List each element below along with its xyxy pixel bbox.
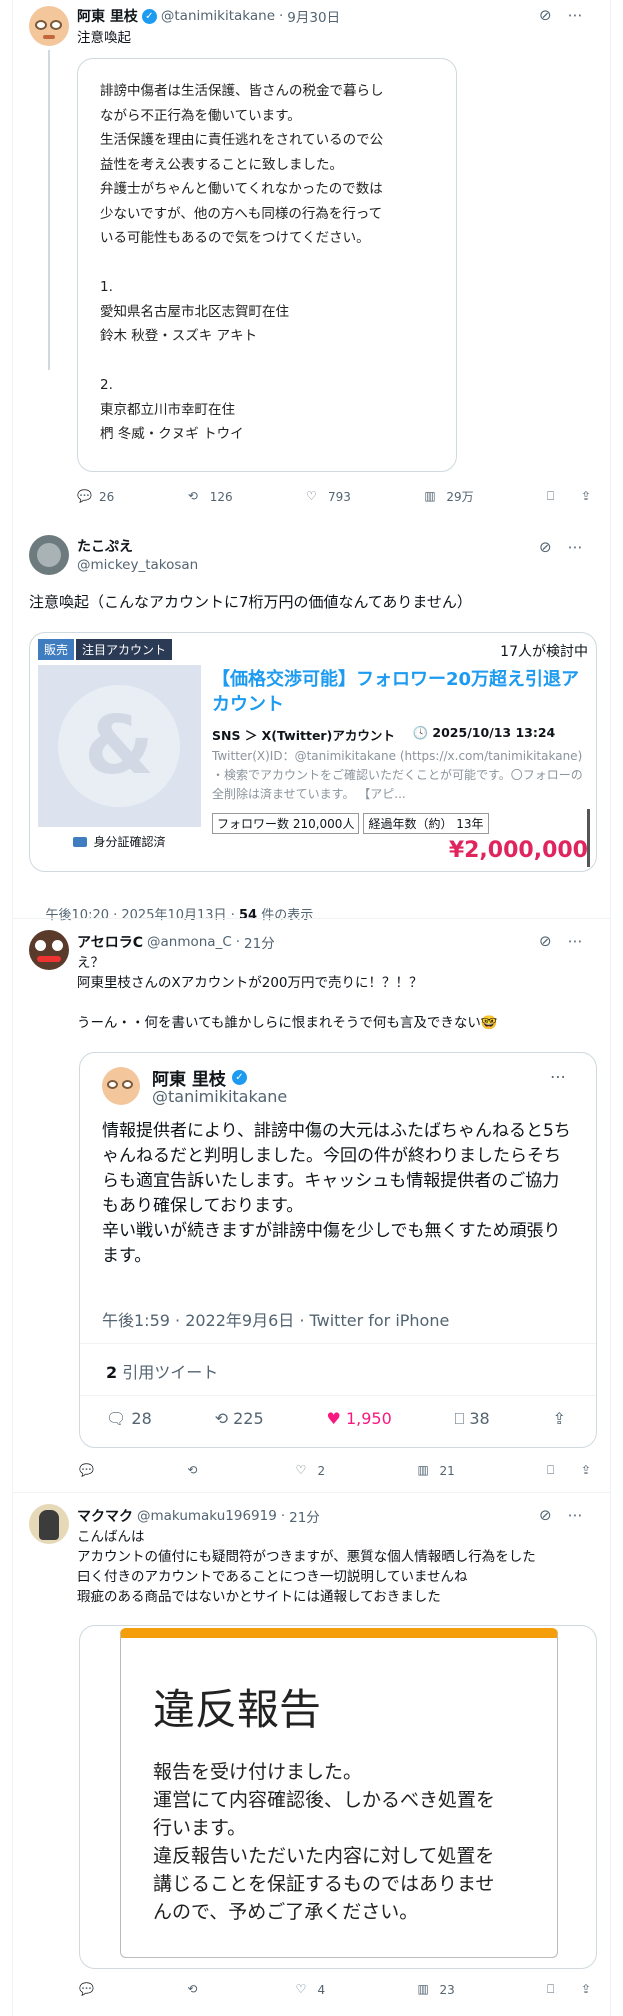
reply-icon: 💬 (77, 488, 92, 503)
handle[interactable]: @anmona_C (147, 934, 232, 950)
quote-count[interactable]: 2 引用ツイート (106, 1359, 218, 1383)
like-button[interactable]: ♡ 2 (296, 1463, 326, 1479)
avatar[interactable] (29, 930, 69, 970)
timestamp[interactable]: 21分 (289, 1506, 320, 1526)
retweet-icon: ⟲ (187, 488, 198, 503)
tweet-text: え？ 阿東里枝さんのXアカウントが200万円で売りに！？！？ うーん・・何を書い… (77, 955, 498, 1031)
share-icon[interactable]: ⇪ (581, 1463, 597, 1479)
watchers-count: 17人が検討中 (500, 644, 588, 660)
share-icon[interactable]: ⇪ (581, 1982, 597, 1998)
listing-date: 2025/10/13 13:24 (432, 725, 556, 740)
tweet-text: 注意喚起（こんなアカウントに7桁万円の価値なんてありません） (29, 593, 472, 611)
thread-line (48, 50, 50, 370)
avatar[interactable] (29, 6, 69, 46)
text-image-card[interactable]: 誹謗中傷者は生活保護、皆さんの税金で暮らし ながら不正行為を働いています。 生活… (77, 58, 457, 472)
retweet-button[interactable]: ⟲ (187, 1463, 203, 1479)
views-count: 54 (238, 908, 258, 923)
display-name[interactable]: たこぷえ (77, 536, 133, 556)
reply-icon: 💬 (79, 1982, 94, 1996)
report-screenshot: 違反報告 報告を受け付けました。 運営にて内容確認後、しかるべき処置を 行います… (120, 1628, 558, 1958)
divider (12, 1492, 611, 1493)
listing-image: & (38, 665, 201, 827)
display-name[interactable]: アセロラC (77, 932, 143, 952)
more-icon[interactable]: ⋯ (568, 6, 583, 24)
report-body: 報告を受け付けました。 運営にて内容確認後、しかるべき処置を 行います。 違反報… (153, 1761, 496, 1923)
placeholder-icon: & (58, 685, 180, 807)
tweet-text: 注意喚起 (77, 30, 131, 46)
years-badge: 経過年数（約） 13年 (363, 813, 489, 834)
retweet-icon: ⟲ (187, 1463, 198, 1477)
quoted-retweet: ⟲ 225 (214, 1409, 264, 1428)
reply-icon: 💬 (79, 1463, 94, 1477)
listing-description: Twitter(X)ID：@tanimikitakane (https://x.… (212, 749, 583, 801)
quoted-handle: @tanimikitakane (152, 1087, 288, 1106)
heart-filled-icon: ♥ (326, 1409, 341, 1428)
verified-icon: ✓ (141, 8, 157, 24)
grok-icon[interactable]: ⊘ (539, 538, 552, 556)
retweet-button[interactable]: ⟲ (187, 1982, 203, 1998)
timestamp[interactable]: 21分 (244, 932, 275, 952)
handle[interactable]: @mickey_takosan (77, 557, 198, 573)
quoted-meta: 午後1:59 · 2022年9月6日 · Twitter for iPhone (102, 1311, 450, 1330)
like-button[interactable]: ♡ 4 (296, 1982, 326, 1998)
sale-tag: 販売 (38, 639, 75, 660)
share-icon: ⇪ (552, 1409, 566, 1428)
grok-icon[interactable]: ⊘ (539, 1506, 552, 1524)
heart-icon: ♡ (306, 488, 317, 503)
listing-card[interactable]: 販売 注目アカウント 17人が検討中 & 身分証確認済 【価格交渉可能】フォロワ… (29, 632, 597, 872)
grok-icon[interactable]: ⊘ (539, 932, 552, 950)
listing-category[interactable]: SNS ＞ X(Twitter)アカウント (212, 725, 395, 744)
handle[interactable]: @makumaku196919 (137, 1508, 277, 1524)
retweet-icon: ⟲ (187, 1982, 198, 1996)
reply-button[interactable]: 💬 26 (77, 489, 114, 505)
verified-icon: ✓ (231, 1070, 247, 1085)
listing-price: ¥2,000,000 (448, 838, 588, 863)
followers-badge: フォロワー数 210,000人 (212, 813, 360, 834)
more-icon[interactable]: ⋯ (568, 932, 583, 950)
heart-icon: ♡ (295, 1463, 307, 1477)
bookmark-icon[interactable]: ⎕ (547, 489, 563, 505)
quoted-bookmark: ⎕ 38 (454, 1409, 490, 1428)
quoted-like: ♥ 1,950 (326, 1409, 392, 1428)
featured-tag: 注目アカウント (76, 639, 173, 660)
avatar[interactable] (29, 535, 69, 575)
views-button[interactable]: ▥ 21 (417, 1463, 454, 1479)
image-card[interactable]: 違反報告 報告を受け付けました。 運営にて内容確認後、しかるべき処置を 行います… (79, 1625, 597, 1969)
quoted-text: 情報提供者により、誹謗中傷の大元はふたばちゃんねると5ちゃんねるだと判明しました… (102, 1121, 571, 1266)
bookmark-icon[interactable]: ⎕ (547, 1463, 563, 1479)
more-icon[interactable]: ⋯ (568, 1506, 583, 1524)
more-icon[interactable]: ⋯ (568, 538, 583, 556)
share-icon[interactable]: ⇪ (581, 489, 597, 505)
views-button[interactable]: ▥ 23 (417, 1982, 454, 1998)
verified-id-label: 身分証確認済 (93, 835, 166, 849)
quoted-tweet-card[interactable]: 阿東 里枝 ✓ @tanimikitakane ⋯ 情報提供者により、誹謗中傷の… (79, 1052, 597, 1448)
listing-title[interactable]: 【価格交渉可能】フォロワー20万超え引退アカウント (212, 667, 584, 717)
display-name[interactable]: 阿東 里枝 (77, 6, 138, 26)
clock-icon: 🕓 (412, 725, 429, 740)
views-icon: ▥ (417, 1982, 429, 1996)
id-card-icon (73, 836, 88, 847)
card-text: 誹謗中傷者は生活保護、皆さんの税金で暮らし ながら不正行為を働いています。 生活… (100, 83, 384, 442)
reply-button[interactable]: 💬 (79, 1463, 95, 1479)
heart-icon: ♡ (295, 1982, 307, 1996)
display-name[interactable]: マクマク (77, 1506, 133, 1526)
quoted-reply: 🗨 28 (106, 1409, 152, 1428)
views-icon: ▥ (417, 1463, 429, 1477)
bookmark-icon[interactable]: ⎕ (547, 1982, 563, 1998)
more-icon[interactable]: ⋯ (550, 1067, 566, 1086)
views-icon: ▥ (424, 488, 436, 503)
avatar[interactable] (29, 1504, 69, 1544)
reply-button[interactable]: 💬 (79, 1982, 95, 1998)
like-button[interactable]: ♡ 793 (306, 489, 351, 505)
timestamp[interactable]: 9月30日 (287, 6, 340, 26)
report-title: 違反報告 (153, 1685, 322, 1734)
retweet-button[interactable]: ⟲ 126 (188, 489, 233, 505)
divider (12, 918, 611, 919)
tweet-text: こんばんは アカウントの値付にも疑問符がつきますが、悪質な個人情報晒し行為をした… (77, 1529, 536, 1605)
avatar (102, 1067, 140, 1105)
views-button[interactable]: ▥ 29万 (424, 488, 473, 505)
grok-icon[interactable]: ⊘ (539, 6, 552, 24)
handle[interactable]: @tanimikitakane (161, 8, 275, 24)
